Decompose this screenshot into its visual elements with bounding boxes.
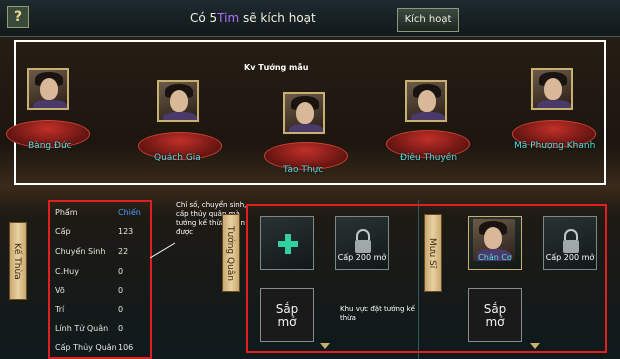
activate-button[interactable]: Kích hoạt [397, 8, 459, 32]
general-portrait [157, 80, 199, 122]
plus-icon [278, 234, 298, 254]
general-portrait [405, 80, 447, 122]
stat-label: Chuyển Sinh [55, 247, 106, 256]
general-portrait [531, 68, 573, 110]
general-portrait [283, 92, 325, 134]
general-name: Mã Phượng Khanh [514, 141, 596, 151]
general-name: Bàng Đức [28, 141, 72, 151]
lock-icon [355, 229, 371, 253]
coming-soon-text: mở [485, 315, 505, 329]
stat-label: Võ [55, 286, 65, 295]
chevron-down-icon [320, 343, 330, 349]
top-bar: ? Có 5Tim sẽ kích hoạt Kích hoạt [0, 0, 620, 37]
general-portrait [27, 68, 69, 110]
stat-value: 22 [118, 247, 129, 256]
stat-label: Lính Tử Quân [55, 324, 109, 333]
lock-label: Cấp 200 mở [337, 253, 387, 262]
stat-label: Phẩm [55, 208, 78, 217]
stat-value: 0 [118, 267, 124, 276]
stat-value: 123 [118, 227, 134, 236]
activation-highlight: Tim [217, 11, 240, 25]
template-area-label: Kv Tướng mẫu [244, 63, 309, 72]
tab-tuong-quan[interactable]: Tướng Quân [222, 214, 240, 292]
coming-soon-slot[interactable]: Sắp mở [468, 288, 522, 342]
stat-value: 0 [118, 305, 124, 314]
lock-label: Cấp 200 mở [545, 253, 595, 262]
activation-prefix: Có 5 [190, 11, 218, 25]
chan-co-label: Chân Cơ [478, 253, 512, 262]
activation-text: Có 5Tim sẽ kích hoạt [190, 11, 316, 25]
coming-soon-slot[interactable]: Sắp mở [260, 288, 314, 342]
stats-highlight [48, 200, 152, 359]
stat-value: 106 [118, 343, 134, 352]
locked-slot[interactable]: Cấp 200 mở [335, 216, 389, 270]
stat-label: Trí [55, 305, 65, 314]
add-general-slot[interactable] [260, 216, 314, 270]
stat-value: Chiến [118, 208, 141, 217]
stat-value: 0 [118, 286, 124, 295]
stats-note: Chỉ số, chuyển sinh, cấp thủy quân mà tư… [176, 201, 247, 236]
general-name: Tào Thực [283, 165, 324, 175]
chan-co-slot[interactable]: Chân Cơ [468, 216, 522, 270]
coming-soon-text: mở [277, 315, 297, 329]
stat-label: Cấp [55, 227, 71, 236]
stat-label: C.Huy [55, 267, 79, 276]
activation-suffix: sẽ kích hoạt [239, 11, 316, 25]
locked-slot[interactable]: Cấp 200 mở [543, 216, 597, 270]
coming-soon-text: Sắp [483, 302, 507, 316]
slot-area-note: Khu vực đặt tướng kế thừa [340, 305, 415, 322]
stat-value: 0 [118, 324, 124, 333]
stat-label: Cấp Thủy Quân [55, 343, 117, 352]
general-name: Điêu Thuyền [400, 153, 458, 163]
pointer-arrow [149, 242, 176, 259]
general-name: Quách Gia [154, 153, 201, 163]
chevron-down-icon [530, 343, 540, 349]
tab-ke-thua[interactable]: Kế Thừa [9, 222, 27, 300]
coming-soon-text: Sắp [275, 302, 299, 316]
lock-icon [563, 229, 579, 253]
help-button[interactable]: ? [7, 6, 29, 28]
